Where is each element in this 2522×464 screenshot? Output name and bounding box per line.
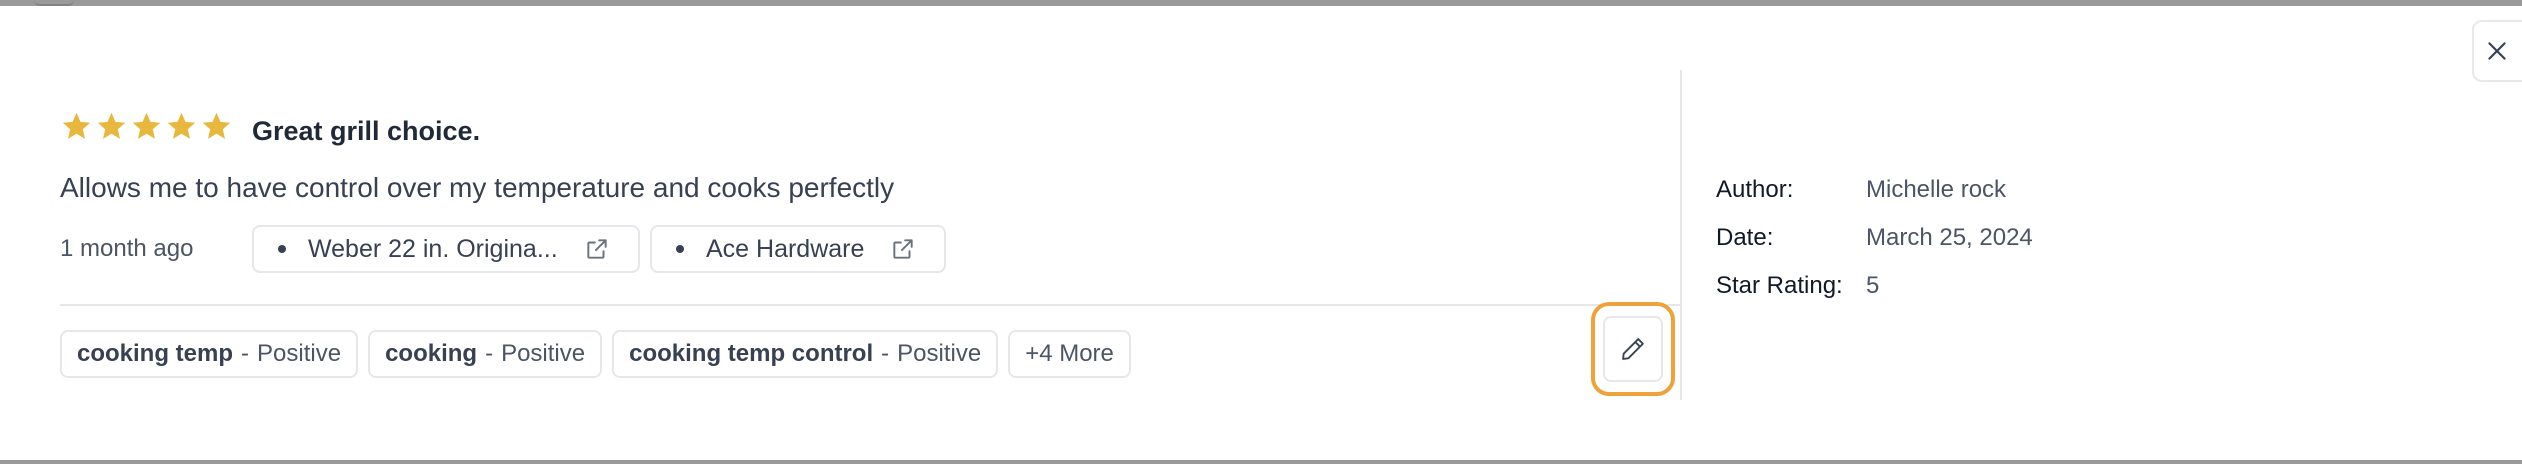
star-rating-label: Star Rating: [1716, 272, 1843, 299]
edit-button[interactable] [1603, 316, 1663, 382]
review-details-panel: Author: Michelle rock Date: March 25, 20… [1716, 166, 2033, 310]
pencil-icon [1622, 338, 1644, 360]
review-time-ago: 1 month ago [60, 235, 194, 262]
store-link-label: Ace Hardware [706, 234, 865, 263]
topic-tag[interactable]: cooking - Positive [368, 330, 603, 378]
date-row: Date: March 25, 2024 [1716, 214, 2033, 262]
star-rating-row: Star Rating: 5 [1716, 262, 2033, 310]
review-title: Great grill choice. [252, 116, 481, 146]
star-icon [62, 112, 91, 139]
review-body: Allows me to have control over my temper… [60, 172, 895, 203]
tag-separator: - [881, 340, 890, 367]
bullet-icon [278, 245, 286, 253]
section-divider [60, 304, 1682, 306]
close-button[interactable] [2472, 20, 2522, 82]
product-link-label: Weber 22 in. Origina... [308, 234, 558, 263]
author-label: Author: [1716, 176, 1794, 203]
star-icon [202, 112, 231, 139]
star-rating [60, 110, 233, 143]
tag-topic: cooking temp [77, 340, 234, 367]
tag-separator: - [241, 340, 250, 367]
tag-topic: cooking [385, 340, 478, 367]
tag-sentiment: Positive [257, 340, 342, 367]
review-content: Great grill choice. Allows me to have co… [60, 70, 1682, 400]
topic-tag[interactable]: cooking temp - Positive [60, 330, 359, 378]
store-link-chip[interactable]: Ace Hardware [650, 225, 946, 273]
external-link-icon [893, 239, 914, 259]
author-row: Author: Michelle rock [1716, 166, 2033, 214]
product-link-chip[interactable]: Weber 22 in. Origina... [252, 225, 640, 273]
more-tags-button[interactable]: +4 More [1008, 330, 1131, 378]
tag-sentiment: Positive [501, 340, 586, 367]
date-label: Date: [1716, 224, 1774, 251]
tag-sentiment: Positive [897, 340, 982, 367]
topic-tags: cooking temp - Positive cooking - Positi… [60, 330, 1131, 378]
column-divider [1680, 70, 1682, 400]
star-icon [132, 112, 161, 139]
star-rating-value: 5 [1866, 272, 1880, 299]
author-value: Michelle rock [1866, 176, 2007, 203]
date-value: March 25, 2024 [1866, 224, 2033, 251]
tag-topic: cooking temp control [629, 340, 874, 367]
review-detail-modal: Great grill choice. Allows me to have co… [0, 6, 2522, 460]
bullet-icon [676, 245, 684, 253]
tag-separator: - [485, 340, 494, 367]
review-meta: 1 month ago Weber 22 in. Origina... Ace … [60, 224, 956, 274]
external-link-icon [587, 239, 607, 259]
edit-button-highlight [1591, 302, 1675, 396]
star-icon [167, 112, 196, 139]
close-icon [2488, 42, 2506, 60]
star-icon [97, 112, 126, 139]
topic-tag[interactable]: cooking temp control - Positive [612, 330, 999, 378]
